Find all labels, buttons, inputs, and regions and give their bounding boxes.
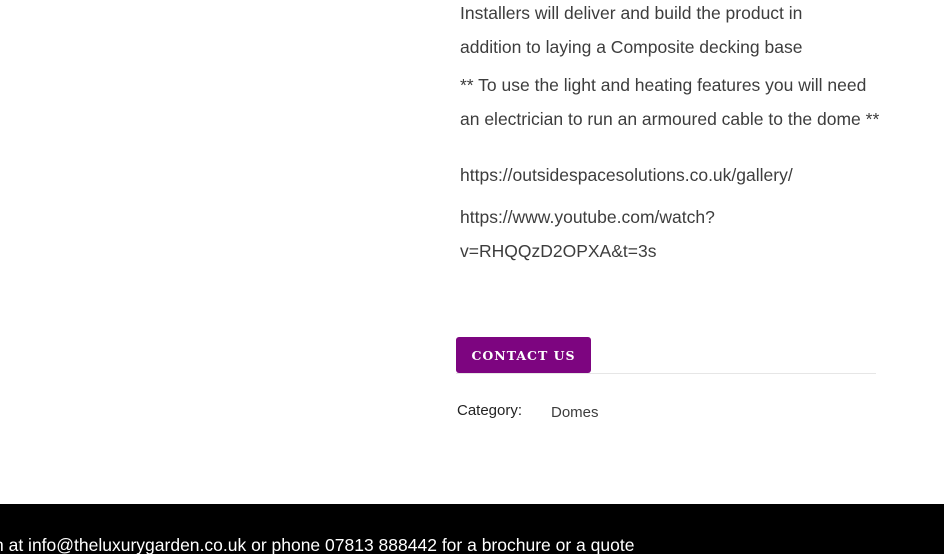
product-meta: Category: Domes [457,402,599,421]
contact-us-button[interactable]: CONTACT US [456,337,591,373]
product-description: Installers will deliver and build the pr… [460,0,880,268]
product-page: Installers will deliver and build the pr… [0,0,944,554]
footer-contact-text: n at info@theluxurygarden.co.uk or phone… [0,535,635,554]
gallery-link[interactable]: https://outsidespacesolutions.co.uk/gall… [460,158,880,192]
install-text-line2: addition to laying a Composite decking b… [460,37,803,57]
divider [456,373,876,374]
category-link-domes[interactable]: Domes [551,404,599,421]
youtube-link-part2[interactable]: v=RHQQzD2OPXA&t=3s [460,234,880,268]
install-text-line1: Installers will deliver and build the pr… [460,3,803,23]
electrician-note: ** To use the light and heating features… [460,75,880,129]
install-text: Installers will deliver and build the pr… [460,0,880,64]
youtube-link-part1[interactable]: https://www.youtube.com/watch? [460,200,880,234]
footer-bar: n at info@theluxurygarden.co.uk or phone… [0,504,944,554]
youtube-link[interactable]: https://www.youtube.com/watch? v=RHQQzD2… [460,200,880,268]
category-label: Category: [457,402,523,419]
